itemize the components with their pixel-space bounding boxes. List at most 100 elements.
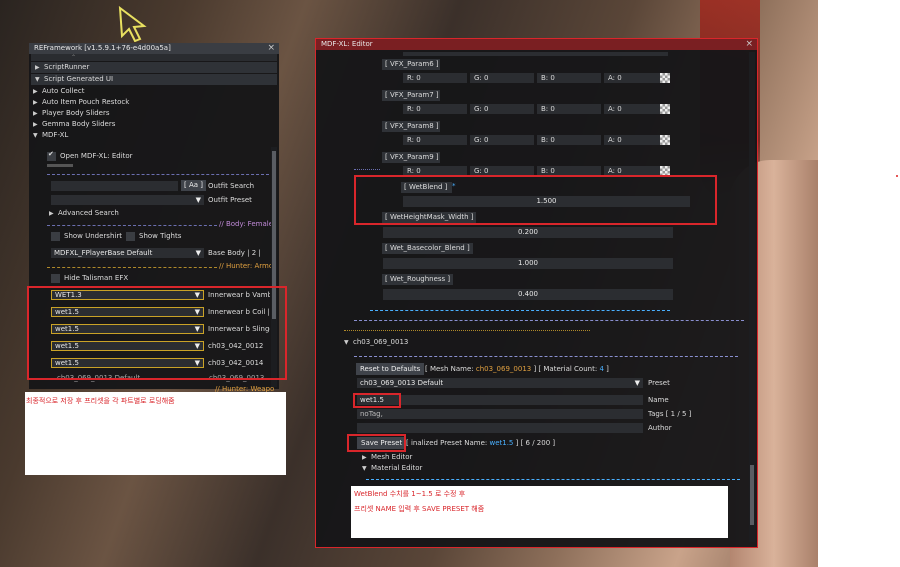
chevron-right-icon: ▶ [33, 88, 38, 95]
preset-combo[interactable]: ch03_069_0013 Default ▼ [357, 378, 643, 388]
vfx-b-field[interactable]: B: 0 [537, 135, 601, 145]
clipped-row [403, 52, 668, 56]
separator [47, 267, 217, 268]
material-count-suffix: ] [606, 365, 609, 373]
chevron-down-icon: ▼ [35, 76, 40, 83]
chevron-down-icon: ▼ [195, 196, 201, 204]
wet-param-slider-0[interactable]: 0.200 [383, 227, 673, 238]
wet-param-slider-2[interactable]: 0.400 [383, 289, 673, 300]
advanced-search-toggle[interactable]: ▶ Advanced Search [49, 209, 119, 217]
mesh-name-value: ch03_069_0013 [475, 365, 532, 373]
vfx-g-field[interactable]: G: 0 [470, 73, 534, 83]
editor-titlebar[interactable]: MDF-XL: Editor × [316, 39, 757, 50]
separator [47, 225, 217, 226]
vfx-g-field[interactable]: G: 0 [470, 104, 534, 114]
base-body-label: Base Body | 2 | [208, 249, 261, 257]
tree-scriptrunner[interactable]: ▶ ScriptRunner [31, 62, 277, 73]
finalized-value: wet1.5 [489, 439, 514, 447]
show-undershirt-checkbox[interactable] [51, 232, 60, 241]
material-count-prefix: ] [ Material Count: [533, 365, 598, 373]
vfx-g-field[interactable]: G: 0 [470, 135, 534, 145]
editor-scrollbar-thumb[interactable] [750, 465, 754, 525]
open-editor-checkbox[interactable] [47, 150, 56, 161]
vfx-b-field[interactable]: B: 0 [537, 104, 601, 114]
vfx-param-header-2: [ VFX_Param8 ] [382, 121, 440, 132]
chevron-down-icon: ▼ [634, 379, 640, 387]
vfx-r-field[interactable]: R: 0 [403, 73, 467, 83]
color-swatch-icon[interactable] [660, 73, 670, 83]
chevron-right-icon: ▶ [362, 454, 367, 461]
reset-defaults-button[interactable]: Reset to Defaults [356, 363, 425, 375]
outfit-preset-combo[interactable]: ▼ [51, 195, 204, 205]
tags-value: noTag, [360, 410, 383, 418]
tree-script-generated-ui[interactable]: ▼ Script Generated UI [31, 74, 277, 85]
tags-input[interactable]: noTag, [357, 409, 643, 419]
section-toggle[interactable]: ▼ ch03_069_0013 [344, 338, 408, 346]
vfx-r-field[interactable]: R: 0 [403, 135, 467, 145]
tree-label: Script Generated UI [44, 75, 114, 83]
hide-talisman-checkbox[interactable] [51, 274, 60, 283]
separator [354, 320, 744, 321]
vfx-r-field[interactable]: R: 0 [403, 104, 467, 114]
outfit-search-label: Outfit Search [208, 182, 255, 190]
wet-param-slider-1[interactable]: 1.000 [383, 258, 673, 269]
finalized-name: [ inalized Preset Name: wet1.5 ] [ 6 / 2… [406, 439, 555, 447]
base-body-combo[interactable]: MDFXL_FPlayerBase Default ▼ [51, 248, 204, 258]
vfx-a-field[interactable]: A: 0 [604, 104, 668, 114]
highlight-save [347, 434, 406, 452]
item-auto-pouch[interactable]: ▶ Auto Item Pouch Restock [29, 97, 279, 108]
note-right-line2: 프리셋 NAME 입력 후 SAVE PRESET 해줌 [354, 505, 485, 513]
chevron-down-icon: ▼ [344, 339, 349, 346]
close-icon[interactable]: × [267, 43, 275, 54]
chevron-right-icon: ▶ [33, 110, 38, 117]
vfx-a-field[interactable]: A: 0 [604, 73, 668, 83]
chevron-right-icon: ▶ [49, 210, 54, 217]
open-editor-label: Open MDF-XL: Editor [60, 152, 133, 160]
outfit-preset-label: Outfit Preset [208, 196, 252, 204]
show-tights-checkbox[interactable] [126, 232, 135, 241]
author-input[interactable] [357, 423, 643, 433]
tags-label: Tags [ 1 / 5 ] [648, 410, 692, 418]
wet-param-header-1: [ Wet_Basecolor_Blend ] [382, 243, 473, 254]
item-label: MDF-XL [42, 131, 69, 139]
outfit-search-input[interactable] [51, 181, 178, 191]
section-label: ch03_069_0013 [353, 338, 409, 346]
chevron-right-icon: ▶ [35, 64, 40, 71]
editor-title: MDF-XL: Editor [321, 40, 373, 48]
color-swatch-icon[interactable] [660, 104, 670, 114]
item-auto-collect[interactable]: ▶ Auto Collect [29, 86, 279, 97]
separator [370, 310, 670, 311]
name-label: Name [648, 396, 669, 404]
chevron-down-icon: ▼ [362, 465, 367, 472]
chevron-right-icon: ▶ [33, 99, 38, 106]
hide-talisman-label: Hide Talisman EFX [64, 274, 129, 282]
vfx-param-header-0: [ VFX_Param6 ] [382, 59, 440, 70]
vfx-b-field[interactable]: B: 0 [537, 73, 601, 83]
chevron-right-icon: ▶ [33, 121, 38, 128]
item-mdf-xl[interactable]: ▼ MDF-XL [29, 130, 279, 141]
item-gemma-body[interactable]: ▶ Gemma Body Sliders [29, 119, 279, 130]
finalized-prefix: [ inalized Preset Name: [406, 439, 488, 447]
note-right-line1: WetBlend 수치를 1~1.5 로 수정 후 [354, 490, 466, 498]
item-label: Gemma Body Sliders [42, 120, 116, 128]
mesh-name-prefix: [ Mesh Name: [425, 365, 474, 373]
body-section-label: // Body: Female [219, 220, 273, 228]
close-icon[interactable]: × [745, 39, 753, 50]
item-player-body[interactable]: ▶ Player Body Sliders [29, 108, 279, 119]
author-label: Author [648, 424, 672, 432]
separator [354, 169, 380, 170]
mesh-info: [ Mesh Name: ch03_069_0013 ] [ Material … [425, 365, 609, 373]
vfx-param-header-3: [ VFX_Param9 ] [382, 152, 440, 163]
wet-param-header-2: [ Wet_Roughness ] [382, 274, 454, 285]
material-editor-toggle[interactable]: ▼ Material Editor [362, 464, 422, 472]
mesh-editor-toggle[interactable]: ▶ Mesh Editor [362, 453, 412, 461]
finalized-suffix: ] [ 6 / 200 ] [515, 439, 556, 447]
reframework-titlebar[interactable]: REFramework [v1.5.9.1+76-e4d00a5a] × [29, 43, 279, 54]
mini-slider[interactable] [47, 164, 73, 167]
case-toggle-button[interactable]: [ Aa ] [181, 180, 206, 191]
red-dot [896, 175, 898, 177]
vfx-a-field[interactable]: A: 0 [604, 135, 668, 145]
color-swatch-icon[interactable] [660, 135, 670, 145]
note-panel-right: WetBlend 수치를 1~1.5 로 수정 후 프리셋 NAME 입력 후 … [351, 486, 728, 538]
collapse-bar[interactable]: ⌃ [31, 54, 277, 61]
